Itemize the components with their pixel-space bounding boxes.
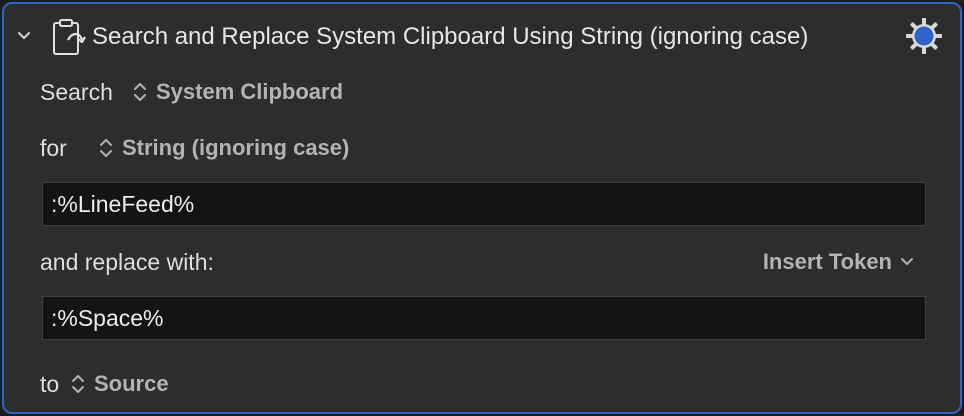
for-label: for (40, 135, 67, 161)
up-down-arrows-icon (134, 83, 146, 101)
up-down-arrows-icon (100, 139, 112, 157)
gear-icon[interactable] (904, 16, 944, 56)
match-type-value: String (ignoring case) (122, 135, 350, 160)
match-type-popup[interactable]: String (ignoring case) (98, 134, 349, 162)
insert-token-label: Insert Token (762, 249, 892, 274)
search-target-popup[interactable]: System Clipboard (132, 78, 343, 106)
chevron-down-icon (901, 258, 913, 265)
up-down-arrows-icon (72, 375, 84, 393)
search-label: Search (40, 79, 113, 105)
insert-token-button[interactable]: Insert Token (763, 248, 914, 276)
destination-value: Source (94, 371, 169, 396)
search-string-input[interactable] (43, 183, 925, 225)
replace-label: and replace with: (40, 249, 214, 275)
clipboard-icon (53, 19, 86, 55)
action-title: Search and Replace System Clipboard Usin… (92, 23, 809, 50)
replace-string-field[interactable] (42, 296, 926, 340)
action-panel: Search and Replace System Clipboard Usin… (2, 2, 962, 414)
chevron-down-icon[interactable] (16, 28, 32, 44)
search-target-value: System Clipboard (156, 79, 344, 104)
to-label: to (40, 371, 60, 397)
action-header: Search and Replace System Clipboard Usin… (4, 4, 960, 64)
replace-string-input[interactable] (43, 297, 925, 339)
destination-popup[interactable]: Source (70, 370, 169, 398)
search-string-field[interactable] (42, 182, 926, 226)
